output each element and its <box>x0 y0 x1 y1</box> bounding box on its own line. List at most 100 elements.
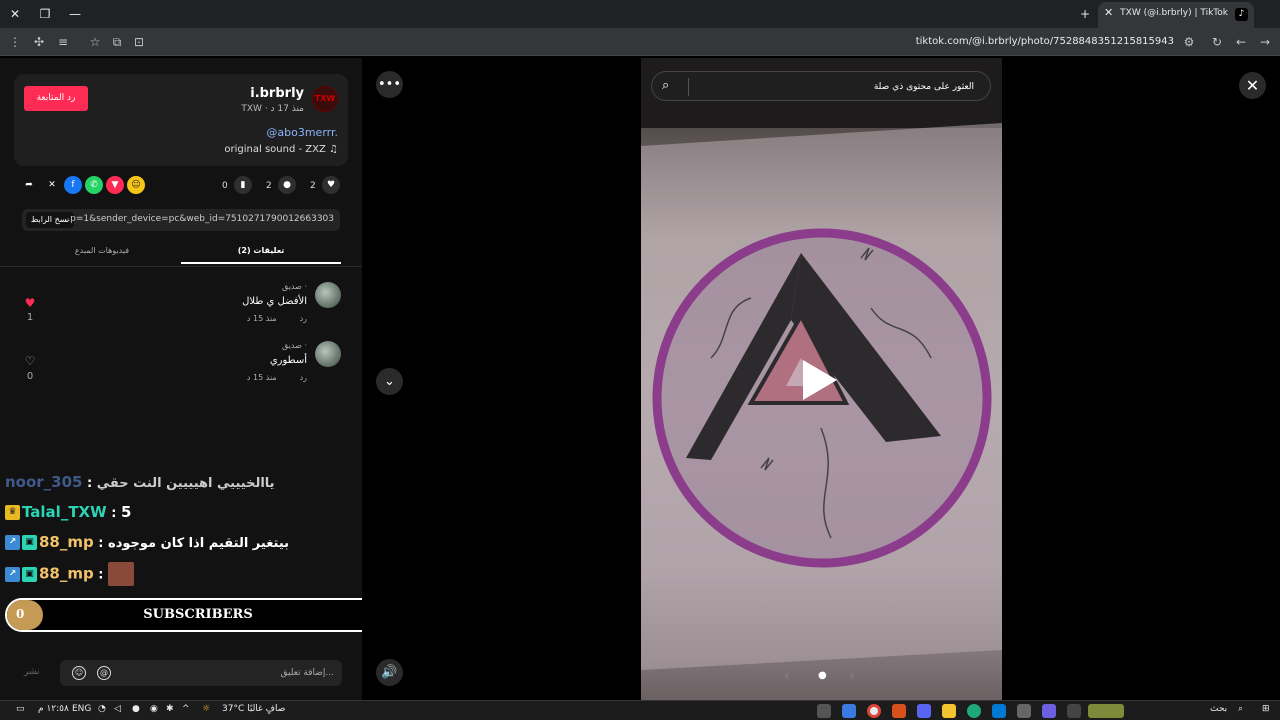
app-icon[interactable] <box>842 704 856 718</box>
share-link-box: نسخ الرابط ...p=1&sender_device=pc&web_i… <box>22 209 340 231</box>
widgets-icon[interactable] <box>817 704 831 718</box>
translate-icon[interactable]: ⧉ <box>108 33 126 51</box>
heart-icon[interactable]: ♥ <box>322 176 340 194</box>
x-icon[interactable]: ✕ <box>43 176 61 194</box>
bookmark-icon[interactable]: ▮ <box>234 176 252 194</box>
notifications-icon[interactable]: ▭ <box>16 704 25 714</box>
comment-heart-outline-icon[interactable]: ♡ <box>22 354 38 368</box>
discord-icon[interactable] <box>917 704 931 718</box>
chat-message: 5 <box>120 503 132 521</box>
restore-window-icon[interactable]: ❐ <box>34 4 56 24</box>
facebook-icon[interactable]: f <box>64 176 82 194</box>
share-link-text[interactable]: ...p=1&sender_device=pc&web_id=751027179… <box>62 214 334 224</box>
volume-icon[interactable]: 🔊 <box>376 659 403 686</box>
forward-icon[interactable]: ← <box>1232 33 1250 51</box>
comment-heart-filled-icon[interactable]: ♥ <box>22 296 38 310</box>
close-window-icon[interactable]: ✕ <box>4 4 26 24</box>
taskbar-search-label[interactable]: بحث <box>1210 704 1227 714</box>
follow-back-button[interactable]: رد المتابعة <box>24 86 88 111</box>
url-text[interactable]: tiktok.com/@i.brbrly/photo/7528848351215… <box>916 36 1174 47</box>
music-note-icon: ♫ <box>329 144 338 155</box>
clock-text[interactable]: ١٢:٥٨ م <box>38 704 69 714</box>
likes-count: 2 <box>310 181 316 191</box>
tiktok-favicon-icon: ♪ <box>1235 8 1248 21</box>
comment-reply[interactable]: رد <box>300 373 307 382</box>
back-icon[interactable]: → <box>1256 33 1274 51</box>
reading-list-icon[interactable]: ≡ <box>54 33 72 51</box>
comments-count: 2 <box>266 181 272 191</box>
comment-text: أسطوري <box>269 355 307 366</box>
send-share-icon[interactable]: ▼ <box>106 176 124 194</box>
carousel-next-icon[interactable]: › <box>849 668 855 684</box>
post-button[interactable]: نشر <box>24 667 40 677</box>
camera-icon[interactable]: ◉ <box>150 704 158 714</box>
sound-row[interactable]: original sound - ZXZ ♫ <box>224 144 338 155</box>
edge-icon[interactable] <box>967 704 981 718</box>
carousel-dot-icon[interactable]: ● <box>818 670 827 681</box>
comment-reply[interactable]: رد <box>300 314 307 323</box>
carousel-prev-icon[interactable]: ‹ <box>784 668 790 684</box>
weather-text[interactable]: 37°C صافٍ غالبًا <box>222 704 285 714</box>
microphone-icon[interactable]: ● <box>132 704 140 714</box>
search-icon[interactable]: ⌕ <box>662 78 669 93</box>
comment-text: الأفضل ي طلال <box>242 296 307 307</box>
extensions-icon[interactable]: ✣ <box>30 33 48 51</box>
menu-dots-icon[interactable]: ⋮ <box>6 33 24 51</box>
copilot-icon[interactable] <box>1042 704 1056 718</box>
browser-tab[interactable]: ✕ TXW (@i.brbrly) | TikTok ♪ <box>1098 2 1254 28</box>
share-arrow-icon[interactable]: ➦ <box>20 176 38 194</box>
minimize-window-icon[interactable]: — <box>64 4 86 24</box>
friends-share-icon[interactable]: ☺ <box>127 176 145 194</box>
volume-tray-icon[interactable]: ◁ <box>114 704 121 714</box>
file-explorer-icon[interactable] <box>942 704 956 718</box>
commenter-avatar[interactable] <box>315 341 341 367</box>
comment-input[interactable] <box>134 664 334 682</box>
whatsapp-icon[interactable]: ✆ <box>85 176 103 194</box>
emoji-icon[interactable]: ☺ <box>72 666 86 680</box>
chat-username: noor_305 <box>5 473 83 491</box>
chat-username: Talal_TXW <box>22 503 107 521</box>
new-tab-icon[interactable]: + <box>1074 4 1096 24</box>
site-settings-icon[interactable]: ⚙ <box>1180 33 1198 51</box>
chevron-down-icon[interactable]: ⌄ <box>376 368 403 395</box>
comment-icon[interactable]: ● <box>278 176 296 194</box>
crown-badge-icon: ♛ <box>5 505 20 520</box>
chrome-icon[interactable] <box>867 704 881 718</box>
store-icon[interactable] <box>992 704 1006 718</box>
play-icon[interactable] <box>803 360 837 400</box>
comment-time: منذ 15 د <box>246 314 277 323</box>
related-search-input[interactable] <box>688 78 978 96</box>
bluetooth-icon[interactable]: ✱ <box>166 704 174 714</box>
task-view-icon[interactable] <box>1067 704 1081 718</box>
creator-username[interactable]: i.brbrly <box>250 86 304 101</box>
chat-separator: : <box>106 506 121 521</box>
screenshot-icon[interactable]: ⊡ <box>130 33 148 51</box>
app-icon[interactable] <box>1017 704 1031 718</box>
subscribers-label: SUBSCRIBERS <box>143 607 253 622</box>
commenter-avatar[interactable] <box>315 282 341 308</box>
comment-author[interactable]: صديق · <box>282 282 307 291</box>
chat-line: noor_305 : ياالخيييي اهيييين النت حقي <box>5 472 275 498</box>
weather-icon: ☼ <box>202 704 211 714</box>
close-icon[interactable]: ✕ <box>1239 72 1266 99</box>
close-tab-icon[interactable]: ✕ <box>1104 6 1113 19</box>
wifi-icon[interactable]: ◔ <box>98 704 106 714</box>
app-icon[interactable] <box>892 704 906 718</box>
start-icon[interactable]: ⊞ <box>1262 704 1270 714</box>
language-indicator[interactable]: ENG <box>72 704 91 714</box>
bookmark-star-icon[interactable]: ☆ <box>86 33 104 51</box>
tab-creator-videos[interactable]: فيديوهات المبدع <box>22 244 182 264</box>
mention-at-icon[interactable]: @ <box>97 666 111 680</box>
related-search-bar: ⌕ <box>651 71 991 101</box>
comment-like-count: 1 <box>26 312 34 323</box>
comment-meta: رد منذ 15 د <box>247 373 307 382</box>
taskbar-search-icon[interactable]: ⌕ <box>1238 704 1243 714</box>
more-options-icon[interactable]: ••• <box>376 71 403 98</box>
level-badge-icon: ▣ <box>22 535 37 550</box>
creator-avatar[interactable]: TXW <box>312 86 338 112</box>
comment-author[interactable]: صديق · <box>282 341 307 350</box>
reload-icon[interactable]: ↻ <box>1208 33 1226 51</box>
tray-chevron-icon[interactable]: ^ <box>182 704 190 714</box>
tab-comments[interactable]: تعليقات (2) <box>181 244 341 264</box>
mention-link[interactable]: @abo3merrr. <box>266 126 338 139</box>
